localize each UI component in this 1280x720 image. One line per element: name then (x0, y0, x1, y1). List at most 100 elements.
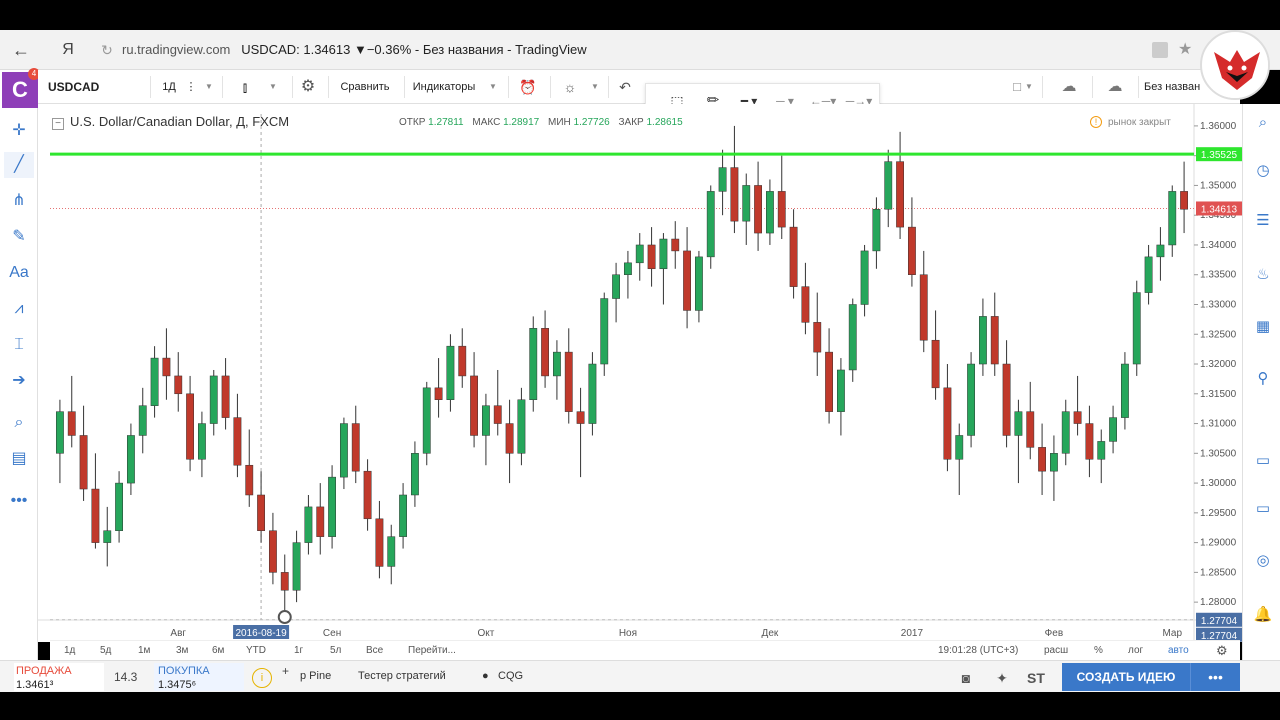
messages-icon[interactable]: ▭ (1252, 498, 1274, 520)
range-5d[interactable]: 5д (100, 643, 111, 659)
range-all[interactable]: Все (366, 643, 383, 659)
candle-body (280, 572, 289, 591)
log-scale-toggle[interactable]: лог (1128, 643, 1143, 659)
tab-strategy-tester[interactable]: Тестер стратегий (358, 670, 446, 682)
price-tick-label: 1.31500 (1200, 389, 1237, 400)
candles-icon[interactable]: ⫾ (234, 74, 256, 100)
symbol-input[interactable]: USDCAD (48, 74, 148, 100)
brush-icon[interactable]: ✎ (4, 224, 34, 250)
calendar-icon[interactable]: ▦ (1252, 316, 1274, 338)
range-1y[interactable]: 1г (294, 643, 303, 659)
more-tools-icon[interactable]: ••• (4, 488, 34, 514)
ruler-icon[interactable]: ▤ (4, 446, 34, 472)
range-5y[interactable]: 5л (330, 643, 341, 659)
percent-scale-toggle[interactable]: % (1094, 643, 1103, 659)
more-options-icon[interactable]: ••• (1190, 663, 1240, 691)
yandex-icon[interactable]: Я (58, 39, 78, 61)
undo-icon[interactable]: ↶ (614, 74, 636, 100)
twitter-icon[interactable]: ✦ (992, 669, 1012, 687)
watchlist-icon[interactable]: ☰ (1252, 210, 1274, 232)
scale-settings-gear-icon[interactable]: ⚙ (1216, 643, 1228, 659)
chevron-down-icon[interactable]: ▼ (588, 74, 602, 100)
text-tool-icon[interactable]: Aa (4, 260, 34, 286)
clock-icon[interactable]: ◷ (1252, 160, 1274, 182)
reload-icon[interactable]: ↻ (98, 39, 116, 61)
hotlist-flame-icon[interactable]: ♨ (1252, 264, 1274, 286)
bookmark-star-icon[interactable]: ★ (1178, 39, 1198, 61)
candle-body (292, 542, 301, 591)
candle-body (1168, 191, 1177, 246)
alert-icon[interactable]: ⏰ (516, 74, 540, 100)
interval-menu-icon[interactable]: ⋮ (184, 74, 198, 100)
range-3m[interactable]: 3м (176, 643, 188, 659)
candle-body (978, 316, 987, 365)
candle-body (221, 375, 230, 418)
range-6m[interactable]: 6м (212, 643, 224, 659)
pitchfork-icon[interactable]: ⋔ (4, 188, 34, 214)
candle-body (1026, 411, 1035, 448)
video-letterbox-bottom (0, 692, 1280, 720)
candle-body (742, 185, 751, 222)
tab-cqg[interactable]: CQG (498, 670, 523, 682)
camera-icon[interactable]: ◙ (956, 669, 976, 687)
chevron-down-icon[interactable]: ▼ (202, 74, 216, 100)
search-icon[interactable]: ⌕ (1252, 112, 1274, 134)
tab-pine-editor[interactable]: р Pine (300, 670, 331, 682)
goto-date-button[interactable]: Перейти... (408, 643, 456, 659)
price-tick-label: 1.28000 (1200, 597, 1237, 608)
candle-body (138, 405, 147, 436)
cloud-load-icon[interactable]: ☁ (1056, 74, 1082, 100)
candle-body (588, 363, 597, 424)
bulb-icon[interactable]: ☼ (558, 74, 582, 100)
address-bar[interactable]: ru.tradingview.com USDCAD: 1.34613 ▼−0.3… (122, 39, 1142, 61)
trend-line-icon[interactable]: ╱ (4, 152, 34, 178)
range-ytd[interactable]: YTD (246, 643, 266, 659)
settings-gear-icon[interactable]: ⚙ (296, 74, 320, 100)
pattern-icon[interactable]: ⩘ (4, 296, 34, 322)
candle-body (103, 530, 112, 543)
buy-button[interactable]: ПОКУПКА 1.3475⁶ (154, 663, 244, 691)
add-order-icon[interactable]: + (282, 664, 289, 678)
range-1d[interactable]: 1д (64, 643, 75, 659)
arrow-icon[interactable]: ➔ (4, 368, 34, 394)
back-arrow-icon[interactable]: ← (10, 39, 32, 61)
price-chart[interactable]: − U.S. Dollar/Canadian Dollar, Д, FXCM ОТ… (38, 104, 1242, 642)
info-icon[interactable]: i (252, 668, 272, 688)
candle-body (115, 482, 124, 531)
ideas-bulb-icon[interactable]: ⚲ (1252, 368, 1274, 390)
notifications-bell-icon[interactable]: 🔔 (1252, 604, 1274, 626)
candle-body (1085, 423, 1094, 460)
chevron-down-icon[interactable]: ▼ (266, 74, 280, 100)
candle-body (754, 185, 763, 234)
chevron-down-icon[interactable]: ▼ (486, 74, 500, 100)
candle-body (955, 435, 964, 460)
candle-body (233, 417, 242, 466)
stocktwits-icon[interactable]: ST (1026, 669, 1046, 687)
compare-button[interactable]: Сравнить (334, 74, 396, 100)
protect-icon[interactable] (1152, 42, 1168, 58)
candle-body (600, 298, 609, 365)
chevron-down-icon[interactable]: ▼ (1022, 74, 1036, 100)
create-idea-button[interactable]: СОЗДАТЬ ИДЕЮ (1062, 663, 1190, 691)
cloud-save-icon[interactable]: ☁ (1102, 74, 1128, 100)
crosshair-icon[interactable]: ✛ (4, 118, 34, 144)
buy-price: 1.3475⁶ (158, 679, 197, 691)
buy-label: ПОКУПКА (158, 665, 210, 677)
range-1m[interactable]: 1м (138, 643, 150, 659)
chart-canvas[interactable]: 1.360001.355001.350001.345001.340001.335… (38, 104, 1242, 642)
indicators-button[interactable]: Индикаторы (408, 74, 480, 100)
extended-hours-toggle[interactable]: расш (1044, 643, 1068, 659)
drawing-anchor-handle (277, 610, 292, 625)
auto-scale-toggle[interactable]: авто (1168, 643, 1189, 659)
sell-button[interactable]: ПРОДАЖА 1.3461³ (14, 663, 104, 691)
streams-icon[interactable]: ◎ (1252, 550, 1274, 572)
chat-icon[interactable]: ▭ (1252, 450, 1274, 472)
candle-body (1109, 417, 1118, 442)
zoom-icon[interactable]: ⌕ (4, 410, 34, 436)
candle-body (410, 453, 419, 496)
interval-button[interactable]: 1Д (152, 74, 186, 100)
candle-body (635, 244, 644, 264)
measure-icon[interactable]: ⌶ (4, 332, 34, 358)
candle-body (1097, 441, 1106, 460)
sell-label: ПРОДАЖА (16, 665, 72, 677)
